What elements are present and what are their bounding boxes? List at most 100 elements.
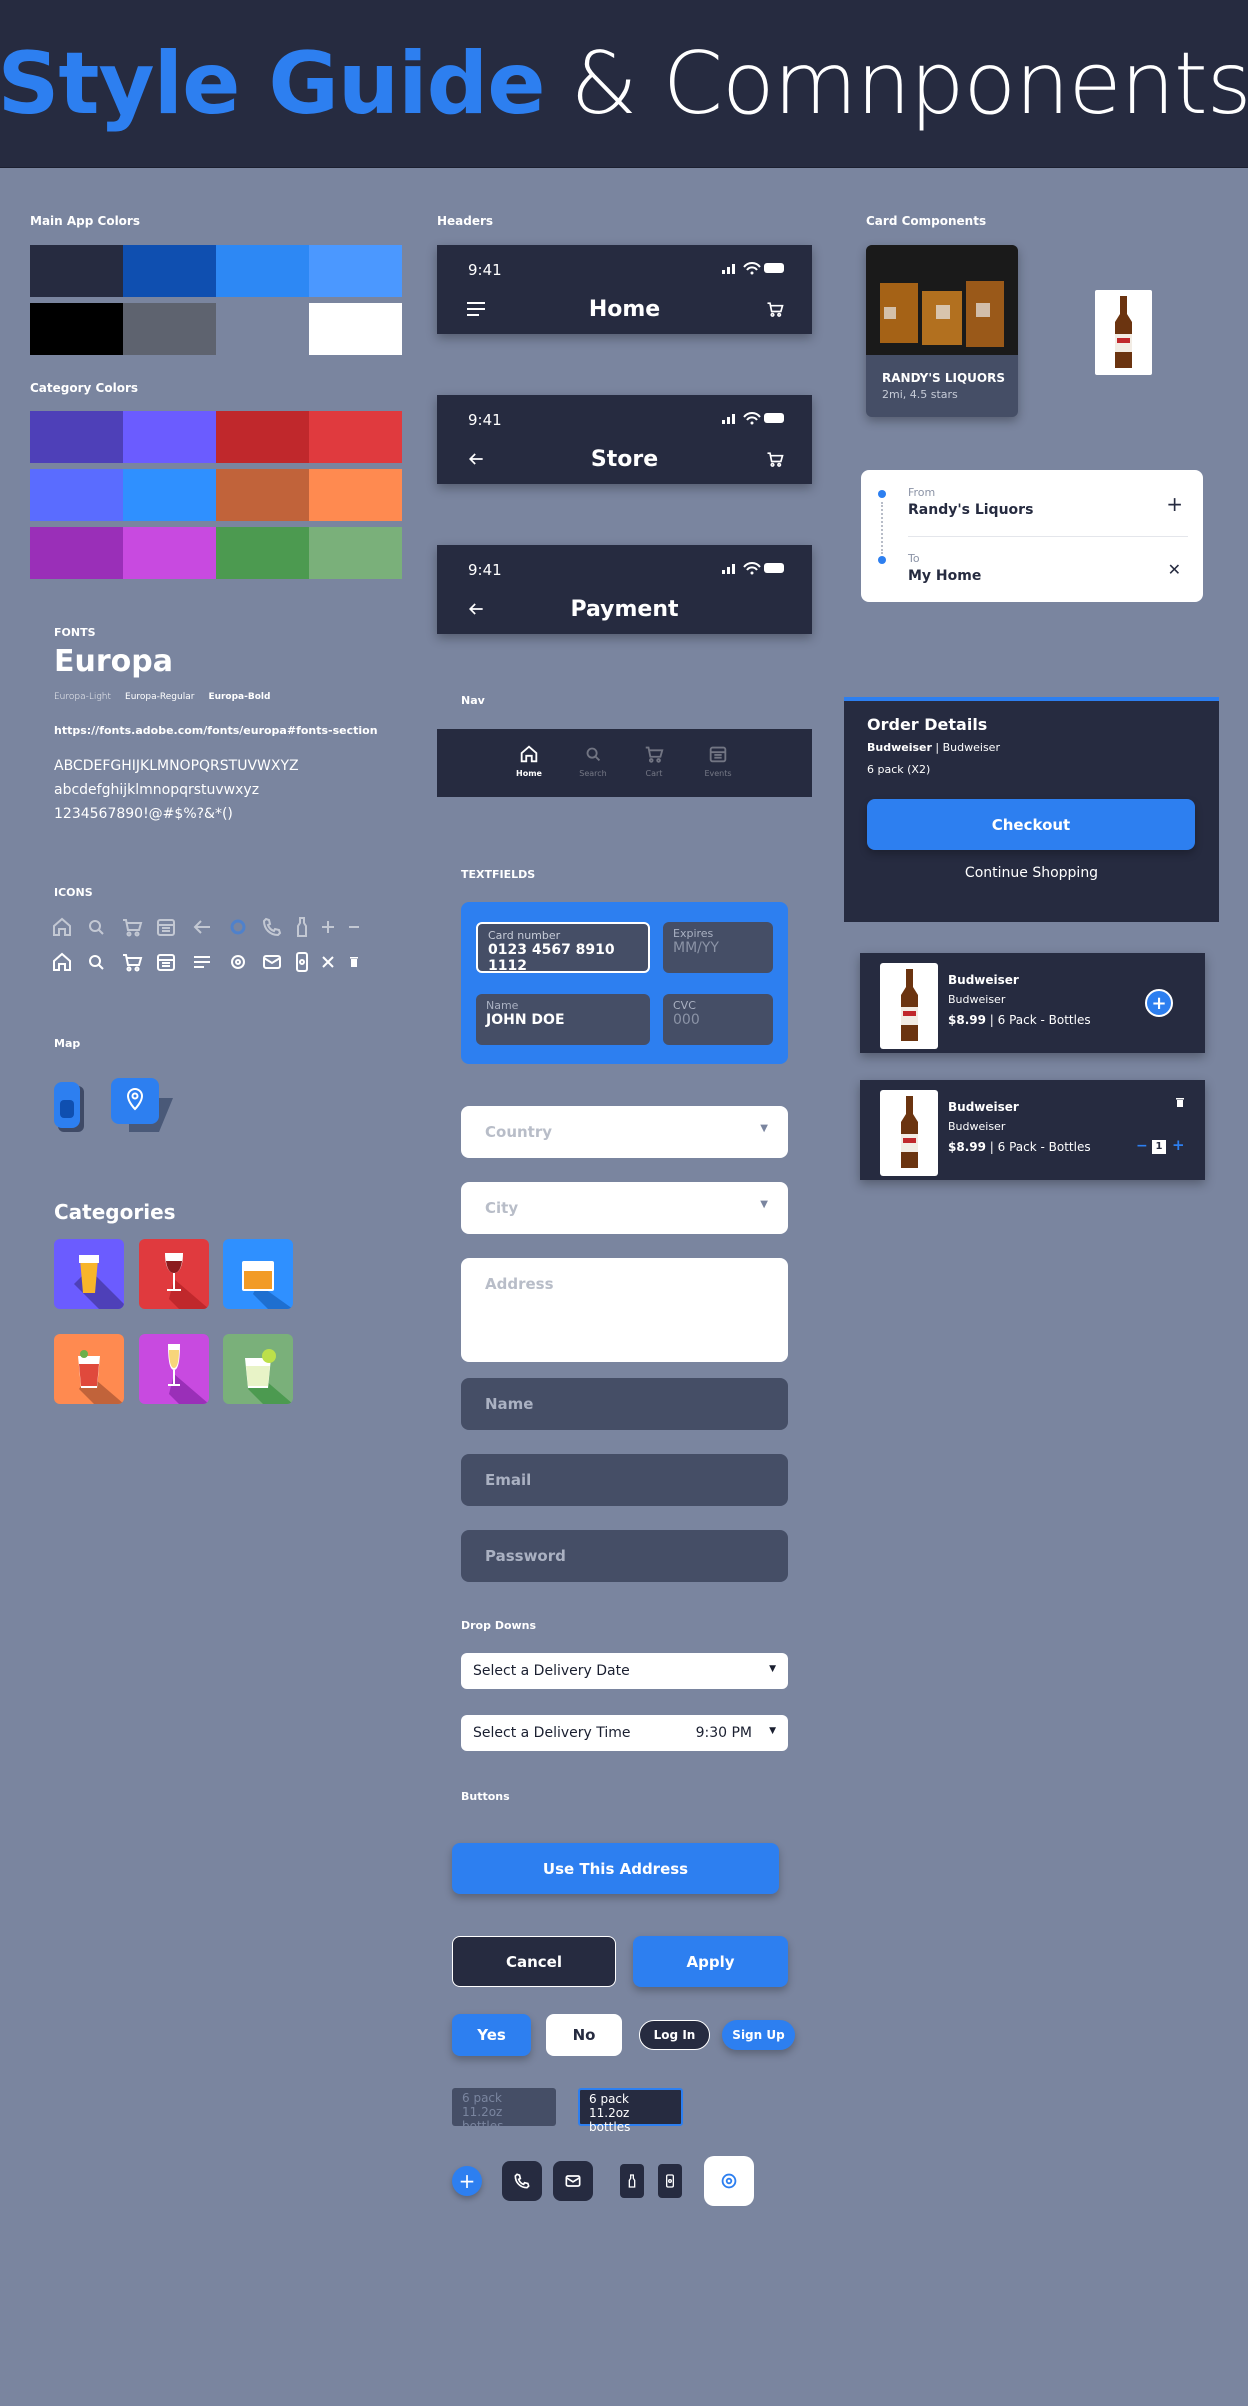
name-label: Name — [486, 999, 519, 1012]
checkout-button[interactable]: Checkout — [867, 799, 1195, 850]
nav-label-cart: Cart — [645, 769, 663, 778]
no-button[interactable]: No — [546, 2014, 622, 2056]
home-icon — [520, 745, 538, 763]
color-swatch — [309, 303, 402, 355]
mail-button[interactable] — [553, 2161, 593, 2201]
from-value[interactable]: Randy's Liquors — [908, 502, 1033, 518]
cancel-button[interactable]: Cancel — [452, 1936, 616, 1987]
category-beer[interactable] — [54, 1239, 124, 1309]
search-icon — [586, 747, 601, 762]
font-lowercase: abcdefghijklmnopqrstuvwxyz — [54, 782, 260, 798]
close-icon — [322, 956, 334, 968]
cart-icon[interactable] — [764, 449, 786, 469]
trash-icon[interactable] — [1174, 1096, 1186, 1108]
product-pack: 6 Pack - Bottles — [997, 1013, 1091, 1027]
email-input[interactable]: Email — [461, 1454, 788, 1506]
signup-button[interactable]: Sign Up — [722, 2020, 795, 2050]
category-whiskey[interactable] — [223, 1239, 293, 1309]
nav-item-cart[interactable]: Cart — [629, 743, 679, 778]
nav-item-events[interactable]: Events — [693, 743, 743, 778]
header-title: Payment — [570, 597, 679, 622]
pack-option-selected[interactable]: 6 pack 11.2oz bottles — [578, 2088, 683, 2134]
add-circle-button[interactable]: + — [452, 2166, 482, 2196]
nav-item-search[interactable]: Search — [568, 743, 618, 778]
quantity-value[interactable]: 1 — [1152, 1140, 1166, 1154]
from-label: From — [908, 486, 936, 499]
login-button[interactable]: Log In — [639, 2020, 710, 2050]
color-swatch — [216, 411, 309, 463]
wine-icon — [165, 1253, 209, 1309]
can-icon — [296, 952, 308, 972]
add-stop-icon[interactable]: + — [1166, 492, 1183, 516]
decrement-button[interactable]: − — [1136, 1138, 1148, 1154]
product-card[interactable]: Budweiser Budweiser $8.99 | 6 Pack - Bot… — [860, 953, 1205, 1053]
close-icon[interactable]: ✕ — [1168, 560, 1181, 579]
use-address-button[interactable]: Use This Address — [452, 1843, 779, 1894]
nav-item-home[interactable]: Home — [504, 743, 554, 778]
delivery-time-dropdown[interactable]: Select a Delivery Time 9:30 PM ▼ — [461, 1715, 788, 1751]
status-icons — [722, 262, 784, 275]
name-field[interactable]: Name JOHN DOE — [476, 994, 650, 1045]
target-icon — [721, 2173, 737, 2189]
font-url[interactable]: https://fonts.adobe.com/fonts/europa#fon… — [54, 724, 378, 737]
phone-button[interactable] — [502, 2161, 542, 2201]
password-placeholder: Password — [485, 1547, 566, 1565]
product-price-line: $8.99 | 6 Pack - Bottles — [948, 1013, 1091, 1027]
header-payment: 9:41 Payment — [437, 545, 812, 634]
store-photo — [866, 245, 1018, 355]
address-placeholder: Address — [485, 1275, 554, 1293]
pack-line1: 6 pack — [589, 2092, 629, 2106]
store-card[interactable]: RANDY'S LIQUORS 2mi, 4.5 stars — [866, 245, 1018, 417]
category-champagne[interactable] — [139, 1334, 209, 1404]
bottle-toggle[interactable] — [620, 2164, 644, 2198]
hero-title-blue: Style Guide — [0, 33, 546, 134]
category-cocktail[interactable] — [54, 1334, 124, 1404]
color-swatch — [30, 303, 123, 355]
mail-icon — [565, 2175, 581, 2187]
font-weights: Europa-Light Europa-Regular Europa-Bold — [54, 692, 270, 702]
from-dot — [878, 490, 886, 498]
color-swatch — [309, 469, 402, 521]
color-swatch — [123, 469, 216, 521]
password-input[interactable]: Password — [461, 1530, 788, 1582]
store-name: RANDY'S LIQUORS — [882, 371, 1005, 385]
pack-option-unselected[interactable]: 6 pack 11.2oz bottles — [452, 2088, 556, 2133]
continue-shopping-link[interactable]: Continue Shopping — [844, 865, 1219, 881]
product-thumbnail[interactable] — [1095, 290, 1152, 375]
mail-icon — [263, 955, 281, 969]
home-icon — [53, 952, 71, 971]
city-select[interactable]: City ▼ — [461, 1182, 788, 1234]
minus-icon — [349, 926, 359, 928]
category-lime-drink[interactable] — [223, 1334, 293, 1404]
card-number-field[interactable]: Card number 0123 4567 8910 1112 — [476, 922, 650, 974]
font-weight-regular: Europa-Regular — [125, 692, 195, 702]
add-to-cart-button[interactable]: + — [1145, 989, 1173, 1017]
bottle-image — [1115, 296, 1132, 368]
status-icons — [722, 562, 784, 575]
apply-button[interactable]: Apply — [633, 1936, 788, 1987]
calendar-icon — [709, 746, 727, 763]
nav-label-home: Home — [516, 769, 542, 778]
expires-field[interactable]: Expires MM/YY — [663, 922, 773, 973]
address-textarea[interactable]: Address — [461, 1258, 788, 1362]
cvc-field[interactable]: CVC 000 — [663, 994, 773, 1045]
name-input[interactable]: Name — [461, 1378, 788, 1430]
product-card[interactable]: Budweiser Budweiser $8.99 | 6 Pack - Bot… — [860, 1080, 1205, 1180]
to-value[interactable]: My Home — [908, 568, 981, 584]
color-swatch — [30, 411, 123, 463]
category-wine[interactable] — [139, 1239, 209, 1309]
increment-button[interactable]: + — [1172, 1136, 1185, 1154]
delivery-time-label: Select a Delivery Time — [473, 1725, 631, 1741]
color-swatch — [309, 245, 402, 297]
order-brand-line: Budweiser | Budweiser — [867, 741, 1000, 754]
product-name: Budweiser — [948, 973, 1019, 987]
calendar-icon — [157, 919, 175, 936]
yes-button[interactable]: Yes — [452, 2014, 531, 2056]
country-select[interactable]: Country ▼ — [461, 1106, 788, 1158]
cart-icon[interactable] — [764, 299, 786, 319]
can-toggle[interactable] — [658, 2164, 682, 2198]
locate-button[interactable] — [704, 2156, 754, 2206]
delivery-date-dropdown[interactable]: Select a Delivery Date ▼ — [461, 1653, 788, 1689]
cart-icon — [123, 919, 143, 937]
name-placeholder: Name — [485, 1395, 534, 1413]
